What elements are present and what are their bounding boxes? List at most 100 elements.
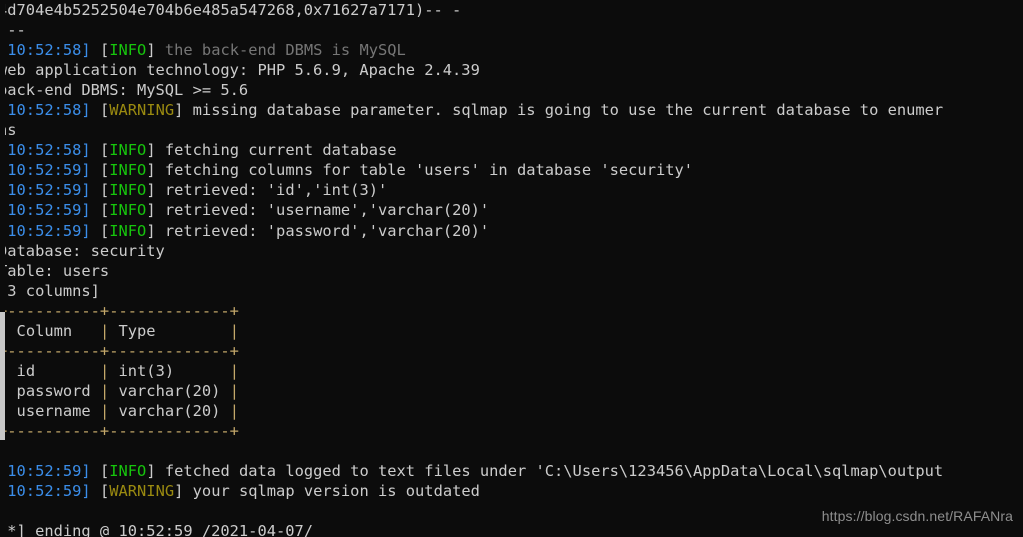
console-text-plain: [ (99, 221, 110, 240)
console-text-warn: WARNING (109, 101, 175, 120)
console-line: | Column | Type | (0, 321, 1023, 341)
console-text-plain: retrieved: 'username','varchar(20)' (155, 201, 490, 220)
console-text-plain: password (16, 381, 91, 400)
console-text-ts: [10:52:58] (0, 141, 91, 160)
console-text-plain (91, 41, 100, 59)
terminal-window[interactable]: 4d704e4b5252504e704b6e485a547268,0x71627… (0, 0, 1023, 537)
console-text-plain: web application technology: PHP 5.6.9, A… (0, 61, 480, 80)
console-text-plain: [ (99, 41, 110, 60)
console-text-dim: the back-end DBMS is MySQL (155, 41, 406, 60)
console-text-plain: [ (99, 482, 110, 501)
console-text-plain (91, 462, 100, 480)
console-line: | username | varchar(20) | (0, 401, 1023, 421)
console-text-plain: retrieved: 'id','int(3)' (155, 181, 388, 200)
console-text-plain: Table: users (0, 261, 110, 280)
console-text-plain: ] (146, 161, 156, 180)
console-text-plain: id (16, 361, 91, 380)
console-line: [10:52:58] [INFO] the back-end DBMS is M… (0, 40, 1023, 60)
console-text-plain: varchar(20) (118, 401, 221, 420)
console-text-plain: fetched data logged to text files under … (155, 462, 944, 481)
console-text-tbl: | (90, 401, 119, 420)
console-text-plain: back-end DBMS: MySQL >= 5.6 (0, 81, 249, 100)
console-text-plain: ] (146, 181, 156, 200)
console-text-plain: [ (99, 141, 110, 160)
console-text-plain: username (16, 401, 91, 420)
console-line: [10:52:59] [WARNING] your sqlmap version… (0, 481, 1023, 501)
console-text-hex: 4d704e4b5252504e704b6e485a547268,0x71627… (0, 1, 462, 19)
console-text-plain (91, 141, 100, 159)
console-text-ts: [10:52:58] (0, 41, 91, 60)
console-line: +----------+-------------+ (0, 341, 1023, 361)
console-text-tbl: | (220, 321, 239, 340)
console-text-plain: varchar(20) (118, 381, 221, 400)
console-text-plain (91, 222, 100, 240)
console-line: +----------+-------------+ (0, 301, 1023, 321)
console-text-plain: ] (146, 221, 156, 240)
console-text-tbl: | (220, 401, 239, 420)
console-text-plain: retrieved: 'password','varchar(20)' (155, 221, 490, 240)
console-text-tbl: | (220, 361, 239, 380)
console-text-tbl: +----------+-------------+ (0, 421, 239, 440)
console-text-tbl: | (220, 381, 239, 400)
console-text-ts: [10:52:58] (0, 101, 91, 120)
console-text-info: INFO (109, 161, 147, 180)
console-text-plain: int(3) (118, 361, 221, 380)
console-text-ts: [10:52:59] (0, 201, 91, 220)
console-line: Database: security (0, 241, 1023, 261)
console-text-plain: fetching columns for table 'users' in da… (155, 161, 694, 180)
console-text-ts: [10:52:59] (0, 181, 91, 200)
console-line: Table: users (0, 261, 1023, 281)
console-line: [10:52:58] [INFO] fetching current datab… (0, 140, 1023, 160)
console-text-plain: [ (99, 161, 110, 180)
console-text-plain: [3 columns] (0, 281, 100, 300)
console-text-plain: Type (118, 321, 221, 340)
console-text-ts: [10:52:59] (0, 221, 91, 240)
console-text-tbl: | (90, 321, 119, 340)
console-line: ns (0, 120, 1023, 140)
console-text-plain: ] (146, 41, 156, 60)
vertical-scrollbar[interactable] (0, 0, 5, 537)
console-text-tbl: +----------+-------------+ (0, 341, 239, 360)
console-text-info: INFO (109, 221, 147, 240)
console-text-plain: [ (99, 201, 110, 220)
console-text-plain: ] (174, 482, 184, 501)
console-text-plain: [ (99, 101, 110, 120)
console-text-info: INFO (109, 181, 147, 200)
console-text-tbl: +----------+-------------+ (0, 301, 239, 320)
console-text-info: INFO (109, 41, 147, 60)
console-text-ts: [10:52:59] (0, 462, 91, 481)
console-text-plain: ] (174, 101, 184, 120)
console-text-plain: [ (99, 462, 110, 481)
console-text-tbl: | (90, 381, 119, 400)
console-line: | password | varchar(20) | (0, 381, 1023, 401)
console-text-plain: your sqlmap version is outdated (183, 482, 480, 501)
console-text-plain (91, 201, 100, 219)
console-text-warn: WARNING (109, 482, 175, 501)
console-line: web application technology: PHP 5.6.9, A… (0, 60, 1023, 80)
console-text-plain: Database: security (0, 241, 165, 260)
console-text-ts: [10:52:59] (0, 161, 91, 180)
console-line: [10:52:59] [INFO] retrieved: 'password',… (0, 221, 1023, 241)
console-line: [10:52:59] [INFO] retrieved: 'username',… (0, 200, 1023, 220)
console-line: [10:52:59] [INFO] retrieved: 'id','int(3… (0, 180, 1023, 200)
console-line: 4d704e4b5252504e704b6e485a547268,0x71627… (0, 0, 1023, 20)
console-text-plain: fetching current database (155, 141, 397, 160)
console-text-plain: [*] ending @ 10:52:59 /2021-04-07/ (0, 522, 314, 537)
console-text-info: INFO (109, 462, 147, 481)
console-text-ts: [10:52:59] (0, 482, 91, 501)
console-text-plain: ] (146, 201, 156, 220)
console-text-plain (91, 181, 100, 199)
console-line: +----------+-------------+ (0, 421, 1023, 441)
csdn-watermark: https://blog.csdn.net/RAFANra (821, 508, 1013, 524)
console-text-plain (91, 161, 100, 179)
console-line: [10:52:59] [INFO] fetching columns for t… (0, 160, 1023, 180)
console-text-plain: ] (146, 141, 156, 160)
console-output[interactable]: 4d704e4b5252504e704b6e485a547268,0x71627… (0, 0, 1023, 537)
console-line: back-end DBMS: MySQL >= 5.6 (0, 80, 1023, 100)
console-text-tbl: | (90, 361, 119, 380)
console-text-plain (91, 482, 100, 500)
scrollbar-thumb[interactable] (0, 312, 5, 440)
console-line: [10:52:58] [WARNING] missing database pa… (0, 100, 1023, 120)
console-text-plain (91, 101, 100, 119)
